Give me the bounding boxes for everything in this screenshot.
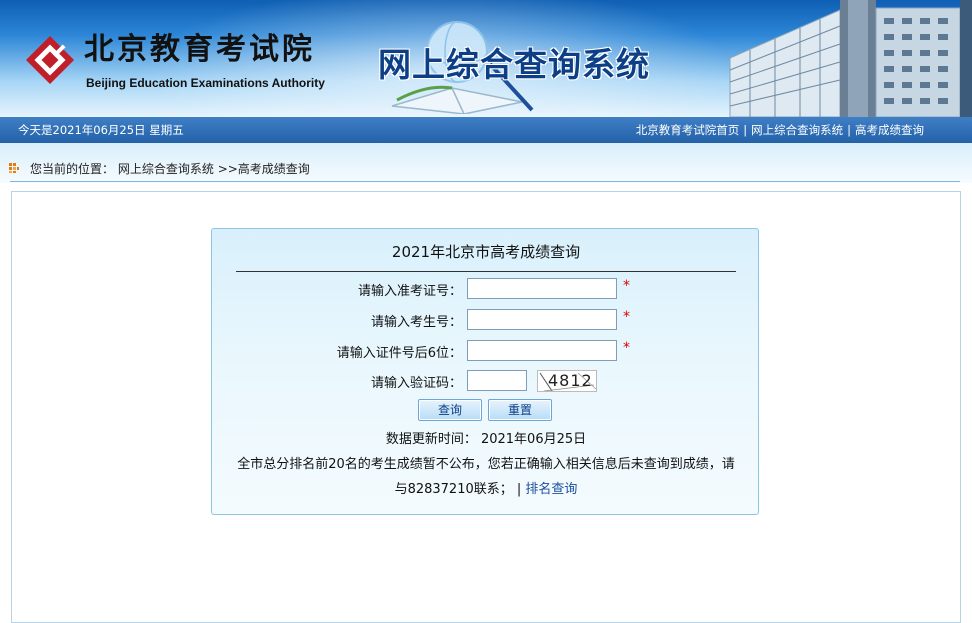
candidate-number-label: 请输入考生号： xyxy=(370,315,462,330)
id-last6-label: 请输入证件号后6位： xyxy=(336,346,462,361)
required-mark: * xyxy=(623,340,630,356)
data-update-time: 数据更新时间： 2021年06月25日 xyxy=(385,432,587,447)
panel-title-divider xyxy=(236,271,736,272)
breadcrumb: 您当前的位置： 网上综合查询系统 >>高考成绩查询 xyxy=(30,160,310,177)
breadcrumb-divider xyxy=(10,181,960,182)
office-building-art-icon xyxy=(729,0,972,117)
captcha-text: 4812 xyxy=(548,371,593,390)
exam-number-label: 请输入准考证号： xyxy=(357,284,462,299)
top-nav-links: 北京教育考试院首页 | 网上综合查询系统 | 高考成绩查询 xyxy=(636,117,924,143)
captcha-label: 请输入验证码： xyxy=(370,376,462,391)
candidate-number-input[interactable] xyxy=(467,309,617,330)
breadcrumb-arrow: >> xyxy=(217,162,238,176)
beea-logo-icon xyxy=(25,35,75,85)
info-bar: 今天是2021年06月25日 星期五 北京教育考试院首页 | 网上综合查询系统 | 高考… xyxy=(0,117,972,143)
notice-separator: | xyxy=(516,482,522,497)
notice-body: 全市总分排名前20名的考生成绩暂不公布，您若正确输入相关信息后未查询到成绩，请与… xyxy=(237,457,735,497)
id-last6-input[interactable] xyxy=(467,340,617,361)
logo-english-name: Beijing Education Examinations Authority xyxy=(86,76,325,90)
breadcrumb-prefix: 您当前的位置： xyxy=(30,162,115,176)
query-button[interactable]: 查询 xyxy=(418,399,482,421)
captcha-input[interactable] xyxy=(467,370,527,391)
panel-title: 2021年北京市高考成绩查询 xyxy=(391,243,581,261)
link-query-system[interactable]: 网上综合查询系统 xyxy=(751,123,843,137)
nav-separator: | xyxy=(743,123,748,137)
breadcrumb-root-link[interactable]: 网上综合查询系统 xyxy=(118,162,214,176)
link-gaokao-score[interactable]: 高考成绩查询 xyxy=(855,123,924,137)
required-mark: * xyxy=(623,309,630,325)
nav-separator: | xyxy=(847,123,851,137)
breadcrumb-current: 高考成绩查询 xyxy=(237,162,310,176)
score-query-panel: 2021年北京市高考成绩查询 请输入准考证号： * 请输入考生号： * 请输入证… xyxy=(211,228,759,515)
link-beea-home[interactable]: 北京教育考试院首页 xyxy=(636,123,740,137)
system-title: 网上综合查询系统 xyxy=(378,45,650,84)
today-date-text: 今天是2021年06月25日 星期五 xyxy=(18,123,184,137)
required-mark: * xyxy=(623,278,630,294)
notice-text: 全市总分排名前20名的考生成绩暂不公布，您若正确输入相关信息后未查询到成绩，请与… xyxy=(236,452,736,502)
header-banner: 北京教育考试院 Beijing Education Examinations A… xyxy=(0,0,972,117)
captcha-image[interactable]: 4812 xyxy=(537,370,597,392)
rank-query-link[interactable]: 排名查询 xyxy=(525,482,577,497)
reset-button[interactable]: 重置 xyxy=(488,399,552,421)
grid-dots-icon xyxy=(9,163,19,173)
logo-chinese-name: 北京教育考试院 xyxy=(84,32,315,67)
exam-number-input[interactable] xyxy=(467,278,617,299)
